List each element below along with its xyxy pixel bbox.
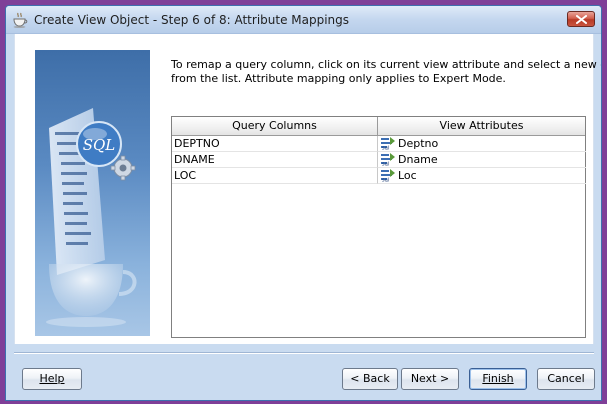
coffee-cup-icon (12, 12, 28, 28)
dialog-window: Create View Object - Step 6 of 8: Attrib… (5, 5, 602, 401)
button-bar-separator (14, 352, 594, 354)
svg-text:sql: sql (382, 146, 389, 151)
view-attribute-label: Dname (398, 153, 438, 166)
view-attribute-label: Loc (398, 169, 417, 182)
next-button-label: Next > (410, 372, 450, 385)
back-button[interactable]: < Back (342, 368, 398, 390)
table-row[interactable]: DEPTNO sql Deptno (172, 136, 586, 152)
query-column-cell: LOC (172, 168, 378, 184)
attribute-icon: sql (381, 137, 395, 151)
close-button[interactable] (567, 11, 595, 27)
outer-frame: Create View Object - Step 6 of 8: Attrib… (0, 0, 607, 404)
close-icon (576, 15, 587, 24)
table-header: Query Columns View Attributes (172, 117, 585, 136)
cancel-button[interactable]: Cancel (537, 368, 595, 390)
table-row[interactable]: DNAME sql Dname (172, 152, 586, 168)
view-attribute-cell[interactable]: sql Dname (378, 152, 586, 168)
content-panel: SQL To remap a query column, click on it… (14, 34, 602, 344)
sql-badge-text: SQL (83, 136, 116, 154)
query-column-cell: DEPTNO (172, 136, 378, 152)
svg-text:sql: sql (382, 178, 389, 183)
title-bar[interactable]: Create View Object - Step 6 of 8: Attrib… (6, 6, 601, 34)
table-row[interactable]: LOC sql Loc (172, 168, 586, 184)
help-button-label: Help (39, 372, 65, 385)
query-column-cell: DNAME (172, 152, 378, 168)
instructions-line-2: from the list. Attribute mapping only ap… (171, 72, 506, 85)
column-header-view-attributes[interactable]: View Attributes (378, 117, 585, 135)
cancel-button-label: Cancel (547, 372, 585, 385)
finish-button[interactable]: Finish (469, 368, 527, 390)
window-title: Create View Object - Step 6 of 8: Attrib… (34, 13, 350, 27)
svg-text:sql: sql (382, 162, 389, 167)
attribute-icon: sql (381, 169, 395, 183)
finish-button-label: Finish (482, 372, 514, 385)
view-attribute-cell[interactable]: sql Loc (378, 168, 586, 184)
next-button[interactable]: Next > (401, 368, 459, 390)
view-attribute-label: Deptno (398, 137, 439, 150)
help-button[interactable]: Help (22, 368, 82, 390)
column-header-query-columns[interactable]: Query Columns (172, 117, 378, 135)
attribute-icon: sql (381, 153, 395, 167)
back-button-label: < Back (350, 372, 390, 385)
instructions-line-1: To remap a query column, click on its cu… (171, 58, 602, 71)
instructions-text: To remap a query column, click on its cu… (171, 58, 602, 86)
view-attribute-cell[interactable]: sql Deptno (378, 136, 586, 152)
wizard-side-image: SQL (35, 50, 150, 336)
attribute-mappings-table[interactable]: Query Columns View Attributes DEPTNO sql… (171, 116, 586, 338)
